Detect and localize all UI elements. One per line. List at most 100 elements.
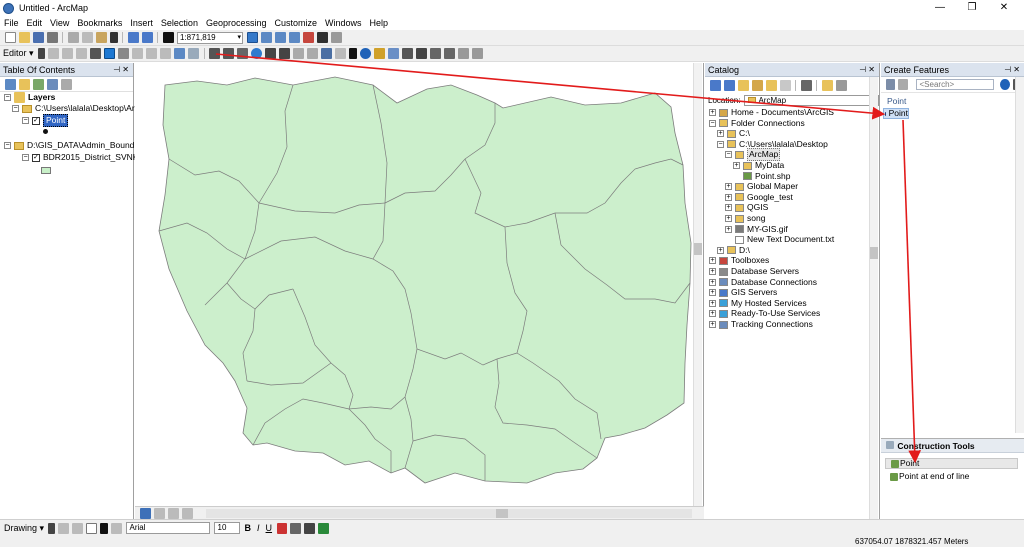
topology-icon[interactable] <box>174 48 186 59</box>
layer-visibility-checkbox[interactable]: ✓ <box>32 153 40 162</box>
new-document-icon[interactable] <box>4 32 16 43</box>
clear-selection-icon[interactable] <box>335 48 347 59</box>
expand-icon[interactable]: + <box>709 299 716 307</box>
expand-icon[interactable]: + <box>709 278 716 286</box>
new-text-icon[interactable] <box>111 522 123 534</box>
toc-layer-point-row[interactable]: − ✓ Point <box>22 114 69 127</box>
catalog-item[interactable]: + Home - Documents\ArcGIS <box>709 107 834 118</box>
expand-icon[interactable]: + <box>725 204 732 212</box>
collapse-icon[interactable]: − <box>4 142 11 149</box>
go-back-icon[interactable] <box>293 48 305 59</box>
arctoolbox-icon[interactable] <box>302 32 314 43</box>
rotate-tool-icon[interactable] <box>132 48 144 59</box>
filter-icon[interactable] <box>898 79 908 90</box>
search-window-icon[interactable] <box>288 32 300 43</box>
layer-visibility-checkbox[interactable]: ✓ <box>32 116 40 125</box>
fill-color-icon[interactable] <box>289 522 301 534</box>
menu-windows[interactable]: Windows <box>321 18 366 28</box>
new-folder-icon[interactable] <box>821 79 833 91</box>
find-route-icon[interactable] <box>430 48 442 59</box>
collapse-icon[interactable]: − <box>12 105 19 112</box>
catalog-window-icon[interactable] <box>274 32 286 43</box>
menu-geoprocessing[interactable]: Geoprocessing <box>202 18 271 28</box>
bold-button[interactable]: B <box>245 523 252 533</box>
menu-edit[interactable]: Edit <box>23 18 47 28</box>
forward-arrow-icon[interactable] <box>723 79 735 91</box>
pause-drawing-icon[interactable] <box>181 507 193 519</box>
expand-icon[interactable]: + <box>725 183 732 191</box>
expand-icon[interactable]: + <box>725 215 732 222</box>
template-scrollbar[interactable] <box>1015 77 1024 433</box>
pan-hand-icon[interactable] <box>237 48 249 59</box>
home-icon[interactable] <box>751 79 763 91</box>
scrollbar-thumb[interactable] <box>496 508 508 518</box>
sketch-properties-icon[interactable] <box>160 48 172 59</box>
toc-layer-point-label[interactable]: Point <box>43 114 69 127</box>
maximize-button[interactable]: ❐ <box>956 0 988 16</box>
connect-folder-icon[interactable] <box>765 79 777 91</box>
snapping-icon[interactable] <box>188 48 200 59</box>
catalog-item[interactable]: + Database Servers <box>709 266 799 277</box>
search-icon[interactable] <box>1000 79 1010 90</box>
catalog-item[interactable]: + C:\ <box>717 128 750 139</box>
collapse-icon[interactable]: − <box>709 119 716 127</box>
list-by-visibility-icon[interactable] <box>32 78 44 90</box>
edit-tool-icon[interactable] <box>38 48 46 59</box>
collapse-icon[interactable]: − <box>725 151 732 159</box>
save-icon[interactable] <box>32 32 44 43</box>
catalog-item[interactable]: + QGIS <box>725 202 768 213</box>
district-map[interactable] <box>135 63 704 506</box>
catalog-item[interactable]: + Database Connections <box>709 277 817 288</box>
map-view[interactable] <box>135 63 704 519</box>
pin-icon[interactable]: ⊣ ✕ <box>1004 63 1020 77</box>
data-view-icon[interactable] <box>139 507 151 519</box>
catalog-item[interactable]: − Folder Connections <box>709 118 805 129</box>
rectangle-icon[interactable] <box>86 522 98 534</box>
construction-tool-point-end-line[interactable]: Point at end of line <box>885 471 969 482</box>
time-slider-icon[interactable] <box>458 48 470 59</box>
district-boundary[interactable] <box>158 76 692 484</box>
editor-menu-button[interactable]: Editor ▾ <box>3 48 34 59</box>
fixed-zoom-in-icon[interactable] <box>265 48 277 59</box>
open-folder-icon[interactable] <box>18 32 30 43</box>
catalog-item[interactable]: + Global Maper <box>725 181 798 192</box>
rotate-element-icon[interactable] <box>58 522 70 534</box>
expand-icon[interactable]: + <box>717 130 724 138</box>
template-point[interactable]: Point <box>883 108 909 119</box>
table-of-contents-icon[interactable] <box>260 32 272 43</box>
back-arrow-icon[interactable] <box>709 79 721 91</box>
measure-icon[interactable] <box>402 48 414 59</box>
fixed-zoom-out-icon[interactable] <box>279 48 291 59</box>
toc-group2-row[interactable]: − D:\GIS_DATA\Admin_Bound <box>4 140 134 151</box>
font-color-icon[interactable] <box>276 522 287 534</box>
views-icon[interactable] <box>800 79 812 91</box>
split-tool-icon[interactable] <box>118 48 130 59</box>
expand-icon[interactable]: + <box>709 268 716 275</box>
toc-options-icon[interactable] <box>60 78 72 90</box>
location-input[interactable]: ArcMap <box>744 94 879 106</box>
print-icon[interactable] <box>46 32 58 43</box>
select-elements-icon[interactable] <box>48 522 56 534</box>
font-name-select[interactable]: Arial <box>125 522 210 534</box>
catalog-item[interactable]: + My Hosted Services <box>709 298 807 309</box>
map-vertical-scrollbar[interactable] <box>693 63 702 506</box>
zoom-out-icon[interactable] <box>223 48 235 59</box>
pin-icon[interactable]: ⊣ ✕ <box>859 63 875 77</box>
attributes-icon[interactable] <box>146 48 158 59</box>
collapse-icon[interactable]: − <box>22 117 29 124</box>
toc-group-row[interactable]: − C:\Users\lalala\Desktop\Arc <box>12 103 139 114</box>
cut-icon[interactable] <box>67 32 79 43</box>
list-by-selection-icon[interactable] <box>46 78 58 90</box>
font-size-select[interactable]: 10 <box>213 522 240 534</box>
catalog-item[interactable]: + GIS Servers <box>709 287 777 298</box>
expand-icon[interactable]: + <box>709 310 716 318</box>
zoom-whole-page-icon[interactable] <box>72 522 84 534</box>
menu-file[interactable]: File <box>0 18 23 28</box>
toc-layers-row[interactable]: − Layers <box>4 92 55 103</box>
select-features-icon[interactable] <box>321 48 333 59</box>
go-forward-icon[interactable] <box>307 48 319 59</box>
close-button[interactable]: ✕ <box>988 0 1020 16</box>
expand-icon[interactable]: + <box>733 162 740 169</box>
copy-icon[interactable] <box>81 32 93 43</box>
go-to-xy-icon[interactable] <box>444 48 456 59</box>
